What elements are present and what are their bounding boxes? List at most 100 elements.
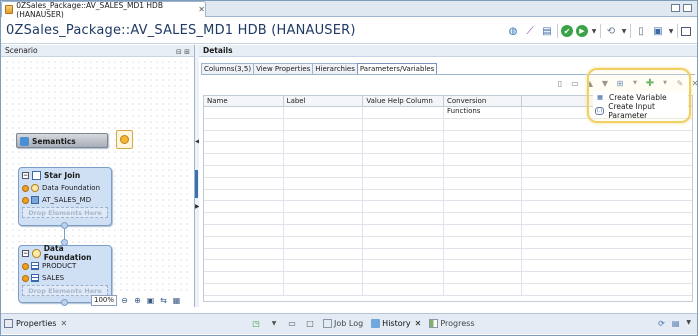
table-row	[204, 248, 692, 261]
editor-tab[interactable]: 0ZSales_Package::AV_SALES_MD1 HDB (HANAU…	[1, 0, 206, 19]
history-icon[interactable]: ⟲	[604, 24, 618, 38]
table-row	[204, 272, 692, 284]
table-row	[204, 165, 692, 178]
view-tab-label: Job Log	[334, 318, 364, 328]
list-item[interactable]: SALES	[19, 272, 111, 284]
paste-icon[interactable]: ▭	[570, 78, 580, 88]
bottom-view-bar: Properties ✕ ◳ ▼ ▭ □ Job Log History ✕ P…	[1, 313, 697, 334]
table-row	[204, 224, 692, 237]
chevron-down-icon[interactable]: ▼	[591, 24, 597, 38]
properties-icon	[4, 319, 13, 328]
scenario-pane: Scenario ⊟ ⊞ Semantics − Star Join Data …	[1, 45, 195, 307]
close-icon[interactable]: ✕	[415, 319, 422, 328]
toolbar-separator	[630, 24, 631, 38]
star-join-label: Star Join	[44, 170, 81, 180]
chevron-down-icon[interactable]: ▼	[621, 24, 627, 38]
tab-hierarchies[interactable]: Hierarchies	[312, 63, 358, 74]
data-foundation-item: PRODUCT	[42, 262, 77, 270]
auto-layout-icon[interactable]: ▦	[171, 295, 182, 306]
tab-parameters-variables[interactable]: Parameters/Variables	[356, 63, 438, 74]
table-row	[204, 260, 692, 273]
tab-history[interactable]: History ✕	[371, 318, 422, 328]
document-icon[interactable]: ▯	[634, 24, 648, 38]
output-dot-icon	[22, 184, 29, 192]
semantics-node[interactable]: Semantics	[16, 133, 108, 148]
minimize-icon[interactable]: ▭	[287, 318, 297, 328]
info-icon	[31, 184, 39, 192]
chart-icon[interactable]: ⟋	[523, 24, 537, 38]
properties-view-tab[interactable]: Properties ✕	[4, 319, 67, 328]
close-icon[interactable]: ✕	[198, 5, 205, 14]
info-icon	[32, 248, 41, 258]
zoom-level[interactable]: 100%	[91, 295, 117, 306]
splitter-handle[interactable]	[195, 170, 198, 198]
semantics-action-button[interactable]	[116, 130, 133, 149]
open-view-icon[interactable]: ◳	[251, 318, 261, 328]
copy-icon[interactable]: ▯	[555, 78, 565, 88]
chevron-down-icon[interactable]: ▼	[668, 24, 674, 38]
chevron-down-icon[interactable]: ▼	[269, 318, 279, 328]
chevron-down-icon[interactable]: ▼	[686, 319, 691, 328]
star-join-item: AT_SALES_MD	[42, 196, 92, 204]
coin-icon	[120, 135, 129, 144]
maximize-icon[interactable]	[683, 4, 692, 12]
input-parameter-icon: (.)	[595, 106, 605, 115]
activate-icon[interactable]: ▶	[576, 25, 588, 37]
menu-item-create-input-parameter[interactable]: (.) Create Input Parameter	[593, 102, 688, 120]
maximize-icon[interactable]	[681, 26, 691, 36]
tab-job-log[interactable]: Job Log	[323, 318, 364, 328]
view-toolbar: ⟳ ▤ ▼	[658, 319, 691, 328]
column-header-name[interactable]: Name	[204, 96, 284, 106]
details-title: Details	[203, 46, 233, 55]
list-item[interactable]: Data Foundation	[19, 182, 111, 194]
attribute-view-icon	[31, 196, 39, 204]
collapse-toggle[interactable]: −	[22, 249, 29, 257]
table-row	[204, 201, 692, 214]
star-join-node[interactable]: − Star Join Data Foundation AT_SALES_MD …	[18, 167, 112, 226]
toolbar-separator	[557, 24, 558, 38]
validate-icon[interactable]: ✔	[561, 25, 573, 37]
zoom-in-icon[interactable]: ⊕	[132, 295, 143, 306]
semantics-label: Semantics	[32, 136, 76, 146]
editor-tab-label: 0ZSales_Package::AV_SALES_MD1 HDB (HANAU…	[16, 0, 163, 19]
table-icon[interactable]: ▤	[540, 24, 554, 38]
zoom-out-icon[interactable]: ⊖	[119, 295, 130, 306]
column-header-value-help[interactable]: Value Help Column	[363, 96, 445, 106]
connector-dot	[61, 299, 68, 306]
layout-icon[interactable]: ⇆	[158, 295, 169, 306]
delete-icon[interactable]: ✕	[690, 78, 698, 88]
column-header-label[interactable]: Label	[284, 96, 364, 106]
collapse-icon[interactable]: ⊟	[176, 48, 182, 56]
table-icon	[31, 274, 39, 282]
list-item[interactable]: AT_SALES_MD	[19, 194, 111, 206]
output-dot-icon	[22, 196, 29, 204]
create-dropdown-menu: ▦ Create Variable (.) Create Input Param…	[593, 91, 688, 120]
editor-toolbar: ◍ ⟋ ▤ ✔ ▶ ▼ ⟲ ▼ ▯ ▣ ▼	[506, 24, 691, 38]
star-join-icon	[32, 170, 41, 180]
job-log-icon	[323, 318, 332, 328]
minimize-icon[interactable]	[671, 4, 680, 12]
globe-icon[interactable]: ◍	[506, 24, 520, 38]
column-header-conversion[interactable]: Conversion Functions	[444, 96, 522, 115]
table-row	[204, 213, 692, 225]
expand-icon[interactable]: ⊞	[184, 48, 190, 56]
tab-view-properties[interactable]: View Properties	[253, 63, 314, 74]
drop-zone[interactable]: Drop Elements Here	[22, 207, 108, 218]
semantics-icon	[20, 136, 29, 146]
close-icon[interactable]: ✕	[60, 319, 67, 328]
tab-columns[interactable]: Columns(3,5)	[201, 63, 255, 74]
tab-progress[interactable]: Progress	[429, 318, 474, 328]
table-row	[204, 177, 692, 190]
refresh-icon[interactable]: ⟳	[658, 319, 665, 328]
fit-to-window-icon[interactable]: ▣	[145, 295, 156, 306]
page-title: 0ZSales_Package::AV_SALES_MD1 HDB (HANAU…	[6, 23, 356, 38]
table-row	[204, 154, 692, 166]
clear-icon[interactable]: ▤	[672, 319, 680, 328]
collapse-toggle[interactable]: −	[22, 171, 29, 179]
scenario-header: Scenario ⊟ ⊞	[1, 45, 194, 57]
maximize-icon[interactable]: □	[305, 318, 315, 328]
save-icon[interactable]: ▣	[651, 24, 665, 38]
table-row	[204, 142, 692, 155]
editor-tabstrip: 0ZSales_Package::AV_SALES_MD1 HDB (HANAU…	[1, 0, 697, 19]
table-icon	[31, 262, 39, 270]
